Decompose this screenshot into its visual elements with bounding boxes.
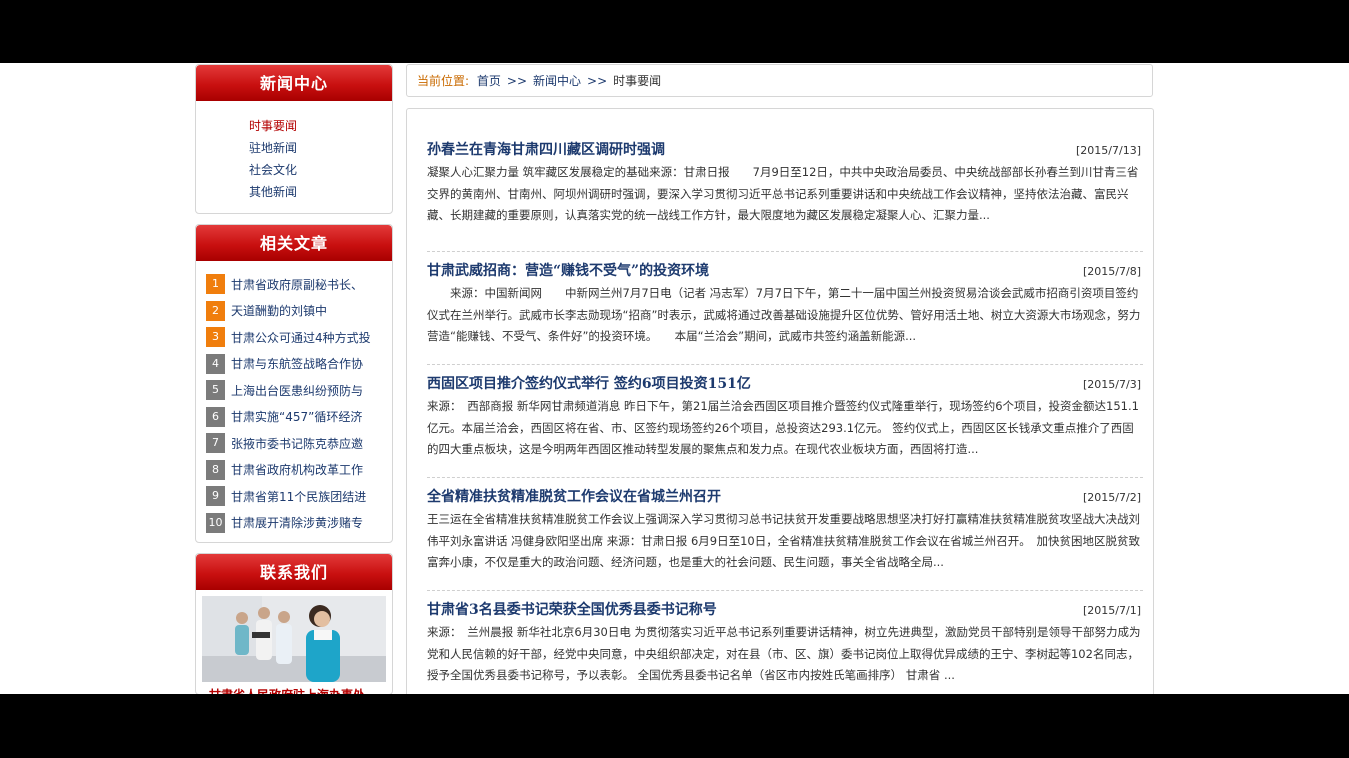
rank-badge: 1 (206, 274, 225, 295)
sidebar: 新闻中心 时事要闻 驻地新闻 社会文化 其他新闻 相关文章 1 甘肃省政府原副秘书… (195, 64, 393, 694)
article-item: 甘肃省3名县委书记荣获全国优秀县委书记称号 [2015/7/1] 来源： 兰州晨报… (427, 591, 1143, 694)
rank-badge: 6 (206, 406, 225, 427)
rank-badge: 2 (206, 300, 225, 321)
article-list: 孙春兰在青海甘肃四川藏区调研时强调 [2015/7/13] 凝聚人心汇聚力量 筑牢… (407, 109, 1143, 694)
breadcrumb: 当前位置: 首页 >> 新闻中心 >> 时事要闻 (406, 64, 1153, 97)
related-item[interactable]: 4 甘肃与东航签战略合作协 (206, 351, 392, 378)
related-item-label[interactable]: 甘肃省政府原副秘书长、 (231, 276, 363, 293)
article-title-link[interactable]: 孙春兰在青海甘肃四川藏区调研时强调 (427, 139, 665, 159)
breadcrumb-home-link[interactable]: 首页 (477, 74, 501, 88)
breadcrumb-section-link[interactable]: 新闻中心 (533, 74, 581, 88)
article-item: 孙春兰在青海甘肃四川藏区调研时强调 [2015/7/13] 凝聚人心汇聚力量 筑牢… (427, 139, 1143, 252)
nav-item-other-news[interactable]: 其他新闻 (249, 181, 392, 203)
article-date: [2015/7/3] (1083, 378, 1141, 391)
article-item: 全省精准扶贫精准脱贫工作会议在省城兰州召开 [2015/7/2] 王三运在全省精准… (427, 478, 1143, 591)
news-center-box: 新闻中心 时事要闻 驻地新闻 社会文化 其他新闻 (195, 64, 393, 214)
related-articles-title: 相关文章 (196, 225, 392, 261)
article-summary: 来源： 西部商报 新华网甘肃频道消息 昨日下午，第21届兰洽会西固区项目推介暨签… (427, 399, 1139, 456)
article-date: [2015/7/2] (1083, 491, 1141, 504)
rank-badge: 3 (206, 327, 225, 348)
rank-badge: 5 (206, 380, 225, 401)
related-item-label[interactable]: 甘肃省第11个民族团结进 (231, 488, 366, 505)
contact-caption[interactable]: 甘肃省人民政府驻上海办事处 (196, 682, 392, 694)
contact-title: 联系我们 (196, 554, 392, 590)
article-item: 西固区项目推介签约仪式举行 签约6项目投资151亿 [2015/7/3] 来源： … (427, 365, 1143, 478)
related-item[interactable]: 1 甘肃省政府原副秘书长、 (206, 271, 392, 298)
nav-item-current-affairs[interactable]: 时事要闻 (249, 115, 392, 137)
article-summary: 凝聚人心汇聚力量 筑牢藏区发展稳定的基础来源：甘肃日报 7月9日至12日，中共中… (427, 165, 1139, 222)
article-item: 甘肃武威招商：营造“赚钱不受气”的投资环境 [2015/7/8] 来源：中国新闻网… (427, 252, 1143, 365)
related-item-label[interactable]: 甘肃实施“457”循环经济 (231, 408, 362, 425)
related-item-label[interactable]: 甘肃展开清除涉黄涉赌专 (231, 514, 363, 531)
rank-badge: 4 (206, 353, 225, 374)
rank-badge: 9 (206, 486, 225, 507)
related-item-label[interactable]: 甘肃公众可通过4种方式投 (231, 329, 371, 346)
related-item-label[interactable]: 甘肃省政府机构改革工作 (231, 461, 363, 478)
rank-badge: 10 (206, 512, 225, 533)
related-item-label[interactable]: 上海出台医患纠纷预防与 (231, 382, 363, 399)
rank-badge: 7 (206, 433, 225, 454)
article-summary: 来源：中国新闻网 中新网兰州7月7日电（记者 冯志军）7月7日下午，第二十一届中… (427, 286, 1141, 343)
related-list: 1 甘肃省政府原副秘书长、 2 天道酬勤的刘镇中 3 甘肃公众可通过4种方式投 4 甘肃… (196, 261, 392, 542)
article-summary: 来源： 兰州晨报 新华社北京6月30日电 为贯彻落实习近平总书记系列重要讲话精神… (427, 625, 1141, 682)
related-item-label[interactable]: 天道酬勤的刘镇中 (231, 302, 327, 319)
article-title-link[interactable]: 甘肃省3名县委书记荣获全国优秀县委书记称号 (427, 599, 717, 619)
breadcrumb-separator: >> (506, 74, 527, 88)
related-item[interactable]: 5 上海出台医患纠纷预防与 (206, 377, 392, 404)
related-item[interactable]: 7 张掖市委书记陈克恭应邀 (206, 430, 392, 457)
related-item[interactable]: 9 甘肃省第11个民族团结进 (206, 483, 392, 510)
contact-box: 联系我们 甘肃省 (195, 553, 393, 694)
related-item-label[interactable]: 甘肃与东航签战略合作协 (231, 355, 363, 372)
article-list-panel: 孙春兰在青海甘肃四川藏区调研时强调 [2015/7/13] 凝聚人心汇聚力量 筑牢… (406, 108, 1154, 694)
article-title-link[interactable]: 全省精准扶贫精准脱贫工作会议在省城兰州召开 (427, 486, 721, 506)
nav-item-local-news[interactable]: 驻地新闻 (249, 137, 392, 159)
related-articles-box: 相关文章 1 甘肃省政府原副秘书长、 2 天道酬勤的刘镇中 3 甘肃公众可通过4种方式… (195, 224, 393, 543)
article-summary: 王三运在全省精准扶贫精准脱贫工作会议上强调深入学习贯彻习总书记扶贫开发重要战略思… (427, 512, 1140, 569)
article-date: [2015/7/8] (1083, 265, 1141, 278)
breadcrumb-separator: >> (587, 74, 608, 88)
office-people-illustration (202, 596, 386, 682)
rank-badge: 8 (206, 459, 225, 480)
news-nav: 时事要闻 驻地新闻 社会文化 其他新闻 (196, 101, 392, 213)
article-date: [2015/7/13] (1076, 144, 1141, 157)
related-item[interactable]: 3 甘肃公众可通过4种方式投 (206, 324, 392, 351)
related-item[interactable]: 10 甘肃展开清除涉黄涉赌专 (206, 510, 392, 537)
related-item[interactable]: 6 甘肃实施“457”循环经济 (206, 404, 392, 431)
article-title-link[interactable]: 甘肃武威招商：营造“赚钱不受气”的投资环境 (427, 260, 709, 280)
article-title-link[interactable]: 西固区项目推介签约仪式举行 签约6项目投资151亿 (427, 373, 751, 393)
related-item-label[interactable]: 张掖市委书记陈克恭应邀 (231, 435, 363, 452)
nav-item-society-culture[interactable]: 社会文化 (249, 159, 392, 181)
related-item[interactable]: 2 天道酬勤的刘镇中 (206, 298, 392, 325)
related-item[interactable]: 8 甘肃省政府机构改革工作 (206, 457, 392, 484)
breadcrumb-label: 当前位置: (417, 74, 470, 88)
news-center-title: 新闻中心 (196, 65, 392, 101)
breadcrumb-current: 时事要闻 (613, 74, 662, 88)
article-date: [2015/7/1] (1083, 604, 1141, 617)
contact-photo[interactable] (202, 596, 386, 682)
page-content: 新闻中心 时事要闻 驻地新闻 社会文化 其他新闻 相关文章 1 甘肃省政府原副秘书… (0, 63, 1349, 694)
